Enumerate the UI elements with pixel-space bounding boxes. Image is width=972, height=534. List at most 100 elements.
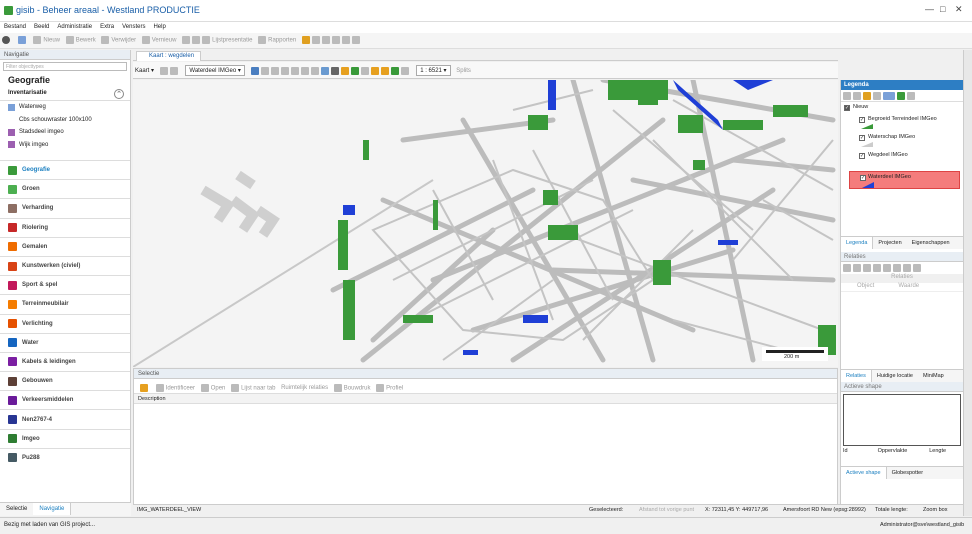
zoom-box-button[interactable]: Zoom box [923, 507, 947, 513]
map-tool-icons[interactable] [250, 66, 411, 75]
category-kunstwerken-civiel-[interactable]: Kunstwerken (civiel) [0, 255, 130, 275]
map-settings-icons[interactable] [159, 66, 180, 75]
identify-button[interactable]: Identificeer [155, 384, 195, 392]
layer-item[interactable]: Waterweg [0, 101, 130, 114]
menu-extra[interactable]: Extra [96, 22, 118, 30]
category-icon [8, 376, 17, 386]
category-verlichting[interactable]: Verlichting [0, 313, 130, 333]
layout-button[interactable] [17, 36, 28, 44]
close-icon[interactable]: ✕ [955, 4, 963, 15]
new-button[interactable]: Nieuw [33, 36, 60, 44]
refresh-button[interactable]: Vernieuw [141, 36, 176, 44]
layer-select[interactable]: Waterdeel IMGeo ▾ [185, 65, 245, 76]
menu-bestand[interactable]: Bestand [0, 22, 30, 30]
category-label: Water [22, 339, 39, 346]
navigation-tabs: Selectie Navigatie [0, 502, 131, 516]
category-gemalen[interactable]: Gemalen [0, 236, 130, 256]
spatial-relations-button[interactable]: Ruimtelijk relaties [281, 385, 328, 391]
category-groen[interactable]: Groen [0, 179, 130, 198]
menu-administratie[interactable]: Administratie [53, 22, 96, 30]
objecttype-filter-input[interactable]: Filter objecttypes [3, 62, 127, 71]
category-icon [8, 357, 17, 367]
user-label: Administrator@sve\westland_gisib [880, 522, 965, 528]
menu-vensters[interactable]: Vensters [118, 22, 149, 30]
category-icon [8, 319, 17, 329]
category-geografie[interactable]: Geografie [0, 160, 130, 179]
delete-button[interactable]: Verwijder [101, 36, 136, 44]
collapse-icon[interactable]: ⌃ [114, 89, 124, 99]
status-bar: Bezig met laden van GIS project... Admin… [0, 517, 972, 534]
category-verkeersmiddelen[interactable]: Verkeersmiddelen [0, 390, 130, 409]
category-label: Gebouwen [22, 378, 53, 385]
category-gebouwen[interactable]: Gebouwen [0, 371, 130, 390]
minimize-icon[interactable]: — [925, 4, 934, 14]
side-collapsed-strip[interactable] [963, 50, 972, 516]
tab-projecten[interactable]: Projecten [873, 237, 906, 249]
legend-item-begroeid[interactable]: ✓ Begroeid Terreindeel IMGeo [841, 114, 963, 132]
bouwdruk-button[interactable]: Bouwdruk [333, 384, 370, 392]
tab-eigenschappen[interactable]: Eigenschappen [907, 237, 955, 249]
tab-minimap[interactable]: MiniMap [918, 370, 949, 382]
category-label: Riolering [22, 224, 49, 231]
legend-item-wegdeel[interactable]: ✓ Wegdeel IMGeo [841, 150, 963, 168]
main-toolbar: Nieuw Bewerk Verwijder Vernieuw Lijstpre… [0, 33, 972, 49]
tab-huidige-locatie[interactable]: Huidige locatie [872, 370, 918, 382]
back-button[interactable] [2, 36, 12, 44]
menu-help[interactable]: Help [149, 22, 169, 30]
total-length: Totale lengte: [875, 507, 908, 513]
legend-item-waterschap[interactable]: ✓ Waterschap IMGeo [841, 132, 963, 150]
category-icon [8, 261, 17, 271]
category-icon [8, 415, 17, 425]
layer-item[interactable]: Wijk imgeo [0, 139, 130, 152]
relations-header: Relaties [841, 252, 963, 262]
section-title: Geografie [8, 75, 51, 85]
inventory-header[interactable]: Inventarisatie ⌃ [0, 87, 130, 101]
category-pu288[interactable]: Pu288 [0, 447, 130, 467]
category-imgeo[interactable]: Imgeo [0, 428, 130, 448]
layer-item[interactable]: Stadsdeel imgeo [0, 126, 130, 139]
tab-kaart-wegdelen[interactable]: Kaart : wegdelen [136, 51, 202, 61]
menu-bar: Bestand Beeld Administratie Extra Vensters He… [0, 22, 972, 33]
scalebar-label: 200 m [784, 354, 800, 360]
category-terreinmeubilair[interactable]: Terreinmeubilair [0, 294, 130, 313]
list-to-tab-button[interactable]: Lijst naar tab [231, 384, 275, 392]
status-message: Bezig met laden van GIS project... [4, 522, 96, 528]
category-water[interactable]: Water [0, 332, 130, 352]
open-button[interactable]: Open [200, 384, 225, 392]
list-presentation-button[interactable]: Lijstpresentatie [182, 36, 252, 44]
kaart-menu-button[interactable]: Kaart ▾ [135, 67, 154, 74]
maximize-icon[interactable]: □ [940, 4, 945, 14]
select-tool-icon[interactable] [140, 384, 150, 392]
tab-actieve-shape[interactable]: Actieve shape [841, 467, 887, 479]
edit-button[interactable]: Bewerk [65, 36, 96, 44]
description-column-header[interactable]: Description [134, 394, 837, 404]
category-label: Verlichting [22, 320, 53, 327]
relations-tabs: Relaties Huidige locatie MiniMap [841, 369, 963, 382]
tab-legenda[interactable]: Legenda [841, 237, 874, 249]
split-button[interactable]: Splits [456, 68, 471, 74]
window-title: gisib - Beheer areaal - Westland PRODUCT… [16, 5, 200, 15]
tab-selectie[interactable]: Selectie [0, 503, 33, 515]
category-label: Gemalen [22, 243, 48, 250]
tab-navigatie[interactable]: Navigatie [33, 503, 72, 515]
legend-item-waterdeel[interactable]: ✓ Waterdeel IMGeo [849, 171, 960, 189]
menu-beeld[interactable]: Beeld [30, 22, 53, 30]
scale-select[interactable]: 1 : 6521 ▾ [416, 65, 451, 76]
tab-relaties[interactable]: Relaties [841, 370, 872, 382]
reports-button[interactable]: Rapporten [258, 36, 296, 44]
water-areas [343, 80, 773, 355]
category-label: Terreinmeubilair [22, 301, 69, 308]
toolbar-extra-icons[interactable] [301, 36, 362, 44]
category-nen2767-4[interactable]: Nen2767-4 [0, 409, 130, 428]
layer-item[interactable]: Cbs schouwraster 100x100 [0, 114, 130, 127]
shape-columns: Id Oppervlakte Lengte [843, 448, 947, 454]
category-riolering[interactable]: Riolering [0, 217, 130, 237]
map-canvas[interactable]: 200 m [133, 80, 838, 367]
category-verharding[interactable]: Verharding [0, 198, 130, 217]
profile-button[interactable]: Profiel [376, 384, 403, 392]
legend-root[interactable]: ✓ Nieuw [841, 102, 963, 114]
shape-preview [843, 394, 961, 446]
category-kabels-leidingen[interactable]: Kabels & leidingen [0, 351, 130, 371]
category-sport-spel[interactable]: Sport & spel [0, 275, 130, 294]
tab-globespotter[interactable]: Globespotter [887, 467, 929, 479]
